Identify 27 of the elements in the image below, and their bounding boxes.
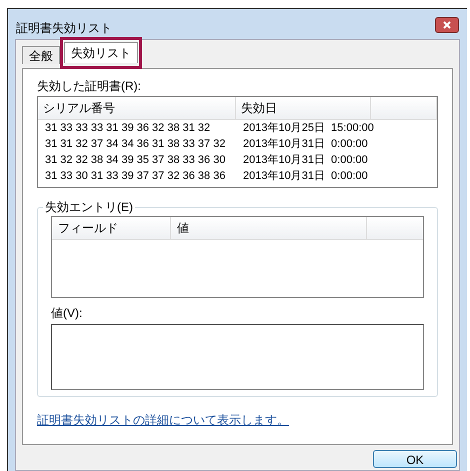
table-cell-text: 31 33 30 31 33 39 37 37 32 36 38 36: [44, 170, 226, 182]
column-header[interactable]: 値: [171, 217, 367, 239]
tab[interactable]: 失効リスト: [64, 42, 138, 63]
details-link[interactable]: 証明書失効リストの詳細について表示します。: [37, 411, 438, 429]
close-button[interactable]: [435, 17, 459, 33]
certificate-row[interactable]: 31 33 33 33 31 39 36 32 38 31 32 2013年10月25日 15:00:00: [38, 120, 437, 136]
column-header[interactable]: シリアル番号: [38, 97, 236, 119]
table-cell-text: 31 33 33 33 31 39 36 32 38 31 32: [44, 122, 212, 134]
certificate-row[interactable]: 31 33 30 31 33 39 37 37 32 36 38 36 2013年10月31日 0:00:00: [38, 168, 437, 184]
table-cell-text: 2013年10月31日 0:00:00: [242, 154, 369, 166]
table-cell-text: 2013年10月31日 0:00:00: [242, 170, 369, 182]
value-field[interactable]: [51, 324, 424, 390]
tab[interactable]: 全般: [22, 46, 60, 64]
table-cell-text: 2013年10月31日 0:00:00: [242, 138, 369, 150]
group-legend: 失効エントリ(E): [43, 198, 135, 216]
column-header[interactable]: 失効日: [236, 97, 371, 119]
table-cell-text: 31 31 32 37 34 34 36 31 38 33 37 32: [44, 138, 226, 150]
certificate-row[interactable]: 31 31 32 37 34 34 36 31 38 33 37 32 2013年10月31日 0:00:00: [38, 136, 437, 152]
window-title: 証明書失効リスト: [16, 20, 112, 37]
table-cell-text: 31 32 32 38 34 39 35 37 38 33 36 30: [44, 154, 226, 166]
close-icon: [443, 21, 451, 29]
table-cell-text: 2013年10月25日 15:00:00: [242, 122, 375, 134]
ok-button[interactable]: OK: [373, 450, 457, 468]
column-header[interactable]: フィールド: [52, 217, 171, 239]
certificate-row[interactable]: 31 32 32 38 34 39 35 37 38 33 36 30 2013年10月31日 0:00:00: [38, 152, 437, 168]
value-label: 値(V):: [51, 305, 84, 322]
list-label: 失効した証明書(R):: [37, 78, 142, 95]
